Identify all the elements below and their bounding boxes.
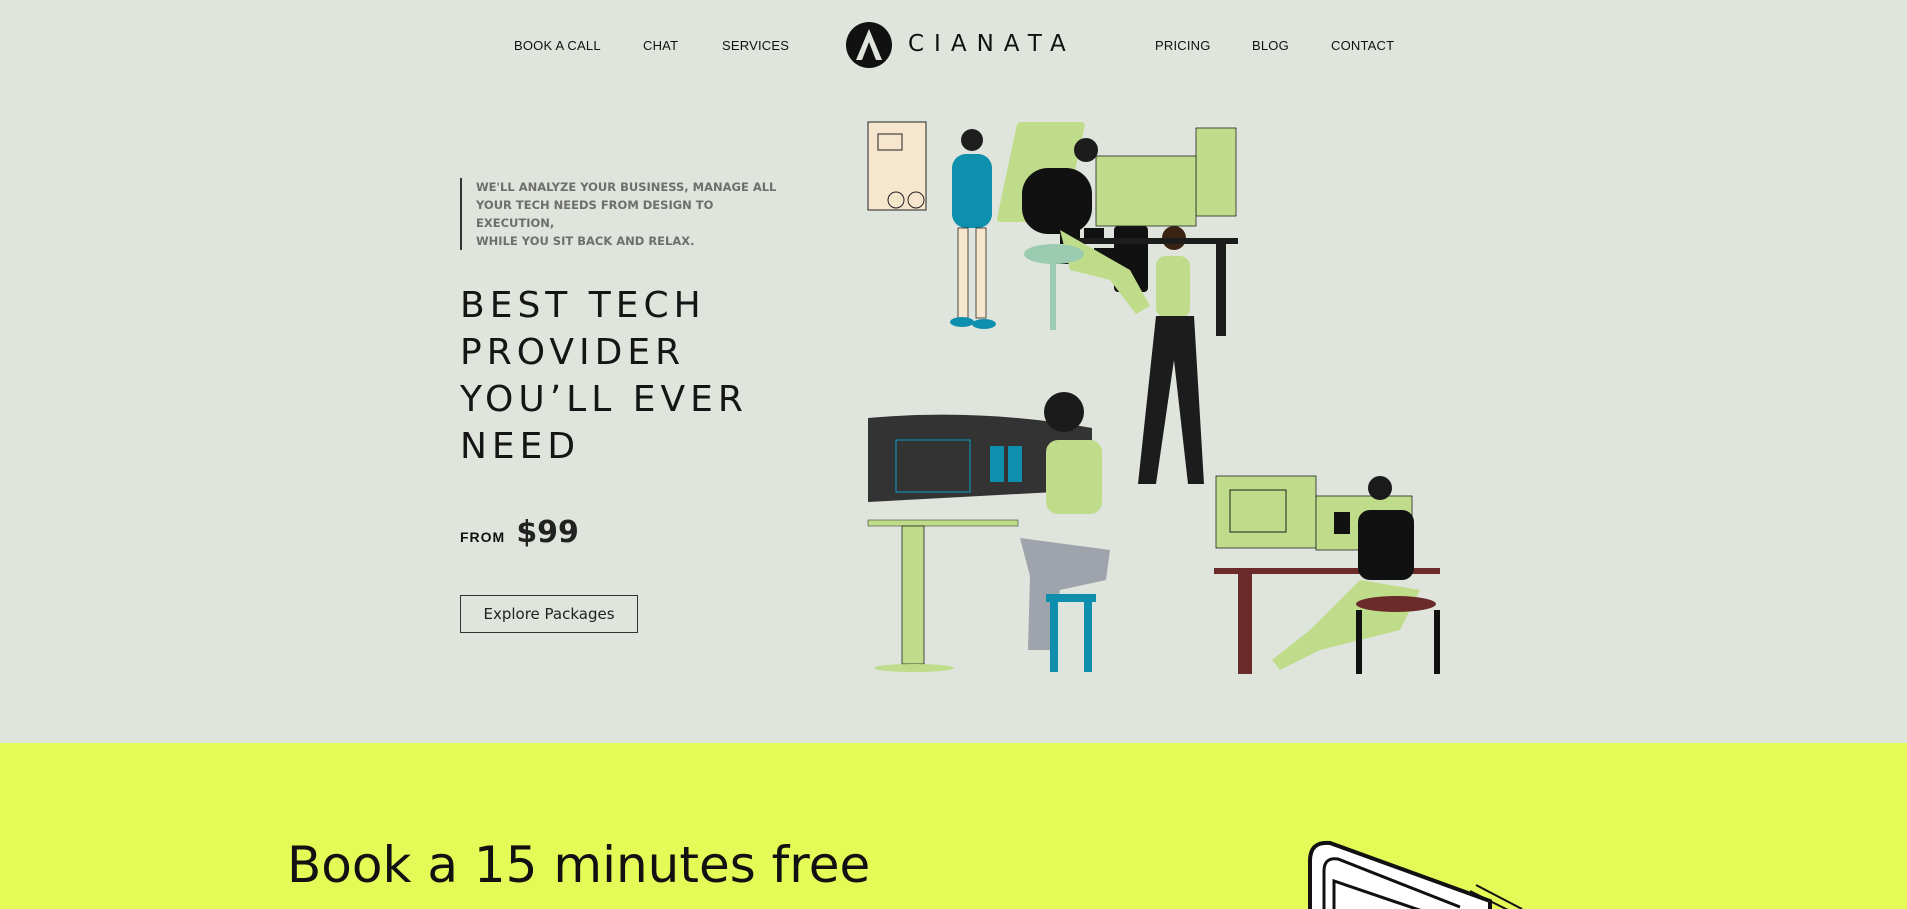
team-working-illustration xyxy=(867,121,1440,674)
tagline-line: WHILE YOU SIT BACK AND RELAX. xyxy=(476,234,695,248)
headline-line: PROVIDER xyxy=(460,332,686,373)
price-prefix: FROM xyxy=(460,529,506,545)
hero-section: BOOK A CALL CHAT SERVICES CIANATA PRICIN… xyxy=(0,0,1907,743)
headline-line: YOU’LL EVER xyxy=(460,379,748,420)
nav-contact[interactable]: CONTACT xyxy=(1331,38,1394,53)
laptop-outline-illustration xyxy=(1308,840,1523,909)
band-title-line: Book a 15 minutes free xyxy=(287,836,871,894)
logo-text: CIANATA xyxy=(908,31,1076,57)
hero-headline: BEST TECH PROVIDER YOU’LL EVER NEED xyxy=(460,282,790,470)
band-title: Book a 15 minutes free xyxy=(287,833,870,897)
nav-services[interactable]: SERVICES xyxy=(722,38,789,53)
price-value: $99 xyxy=(516,515,579,550)
tagline-line: YOUR TECH NEEDS FROM DESIGN TO EXECUTION… xyxy=(476,198,714,230)
nav-blog[interactable]: BLOG xyxy=(1252,38,1289,53)
price-display: FROM $99 xyxy=(460,515,579,550)
nav-pricing[interactable]: PRICING xyxy=(1155,38,1211,53)
hero-tagline: WE'LL ANALYZE YOUR BUSINESS, MANAGE ALL … xyxy=(460,178,786,250)
tagline-line: WE'LL ANALYZE YOUR BUSINESS, MANAGE ALL xyxy=(476,180,777,194)
nav-chat[interactable]: CHAT xyxy=(643,38,678,53)
headline-line: BEST TECH xyxy=(460,285,706,326)
nav-book-a-call[interactable]: BOOK A CALL xyxy=(514,38,601,53)
headline-line: NEED xyxy=(460,426,581,467)
logo-mark-icon xyxy=(846,22,892,68)
explore-packages-button[interactable]: Explore Packages xyxy=(460,595,638,633)
book-call-band: Book a 15 minutes free xyxy=(0,743,1907,909)
